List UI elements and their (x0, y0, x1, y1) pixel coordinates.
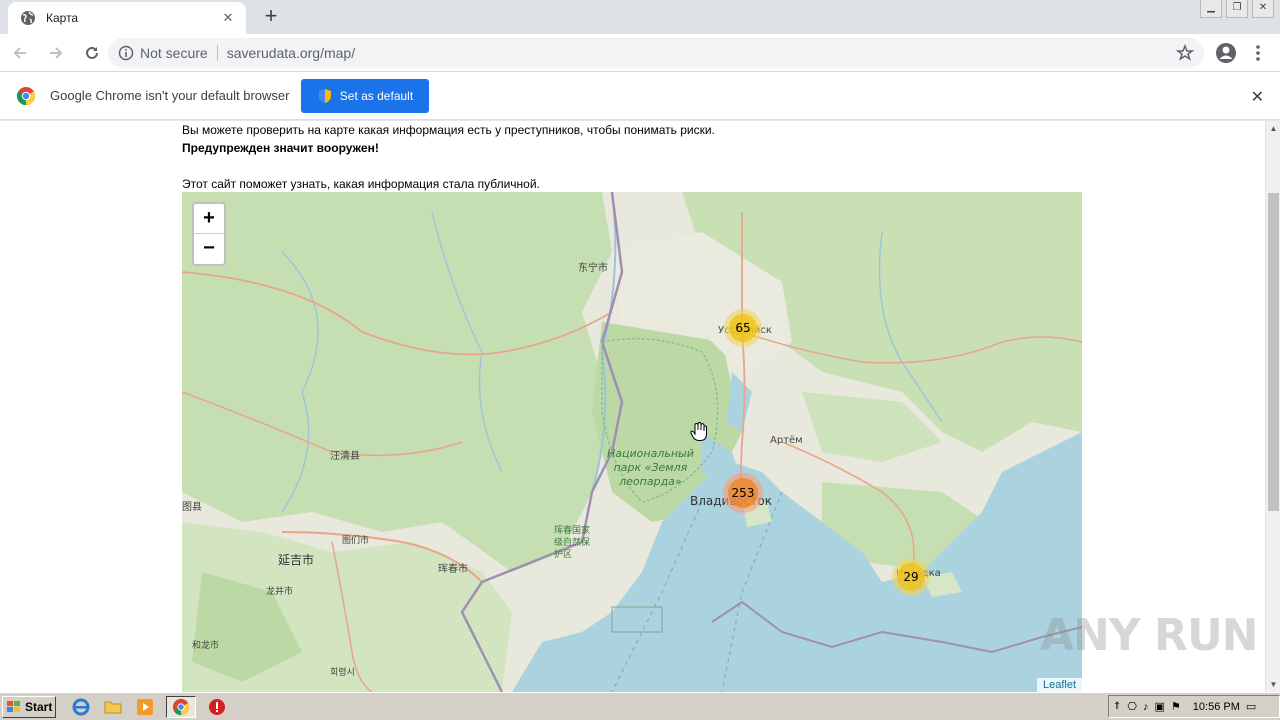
reload-icon (86, 46, 98, 59)
forward-button[interactable] (40, 37, 72, 69)
start-label: Start (25, 699, 53, 714)
clock: 10:56 PM (1192, 700, 1240, 713)
restore-button[interactable]: ❐ (1226, 0, 1248, 18)
map-label-wangqing: 汪清县 (330, 451, 360, 462)
map-label-helong: 和龙市 (192, 641, 220, 651)
cluster-count: 65 (729, 314, 757, 342)
new-tab-button[interactable]: + (258, 4, 284, 30)
more-menu-icon[interactable] (1250, 41, 1266, 65)
tab-close-icon[interactable]: ✕ (220, 10, 236, 26)
start-button[interactable]: Start (2, 695, 56, 718)
marker-cluster[interactable]: 253 (723, 473, 763, 513)
power-icon[interactable]: ▣ (1155, 700, 1165, 713)
map-tiles (182, 192, 1082, 692)
map-label-tumen-county: 图县 (182, 502, 202, 513)
show-desktop-icon[interactable]: ▭ (1246, 700, 1256, 713)
marker-cluster[interactable]: 29 (892, 558, 930, 596)
map-label-hoeryong: 회령시 (330, 668, 355, 678)
set-default-label: Set as default (339, 88, 414, 103)
tray-expand-icon[interactable]: ⇑ (1113, 701, 1121, 712)
tab-strip: Карта ✕ + ▁ ❐ ✕ (0, 0, 1280, 34)
close-window-button[interactable]: ✕ (1252, 0, 1274, 18)
address-bar[interactable]: Not secure saverudata.org/map/ (108, 38, 1204, 68)
cluster-count: 29 (897, 563, 925, 591)
chrome-logo-icon (16, 86, 36, 105)
zoom-control: + − (192, 202, 226, 266)
back-button[interactable] (4, 37, 36, 69)
map-label-hunchun: 珲春市 (438, 564, 468, 575)
scroll-down-arrow-icon[interactable]: ▼ (1266, 677, 1280, 692)
map-label-longjing: 龙井市 (266, 587, 294, 597)
warning-text: Предупрежден значит вооружен! (182, 141, 379, 155)
map-container[interactable]: + − 东宁市 Уссурийск Артём Национальный пар… (182, 192, 1082, 692)
map-label-hunchun-reserve: 珲春国家 级自然保 护区 (554, 526, 591, 560)
globe-icon (21, 11, 35, 25)
page-scrollbar[interactable]: ▲ ▼ (1265, 121, 1280, 692)
security-label: Not secure (140, 45, 208, 61)
folder-icon[interactable] (102, 696, 124, 718)
system-tray: ⇑ ⎔ ♪ ▣ ⚑ 10:56 PM ▭ (1108, 695, 1280, 718)
stop-icon[interactable] (206, 696, 228, 718)
url-text[interactable]: saverudata.org/map/ (227, 45, 1176, 61)
volume-icon[interactable]: ♪ (1143, 701, 1149, 713)
zoom-out-button[interactable]: − (194, 234, 224, 264)
set-default-button[interactable]: Set as default (301, 78, 430, 113)
scroll-thumb[interactable] (1268, 193, 1279, 511)
map-label-leopard-park: Национальный парк «Земля леопарда» (607, 447, 694, 488)
marker-cluster[interactable]: 65 (724, 309, 762, 347)
bookmark-star-icon[interactable] (1176, 44, 1194, 62)
leaflet-attribution[interactable]: Leaflet (1036, 678, 1082, 692)
description-text: Этот сайт поможет узнать, какая информац… (182, 177, 540, 191)
infobar-message: Google Chrome isn't your default browser (50, 88, 290, 103)
intro-text: Вы можете проверить на карте какая инфор… (182, 123, 715, 137)
windows-logo-icon (7, 700, 20, 712)
map-label-dongning: 东宁市 (578, 263, 608, 274)
hand-cursor-icon (690, 422, 707, 441)
flag-icon[interactable]: ⚑ (1171, 700, 1181, 713)
ie-icon[interactable] (70, 696, 92, 718)
scroll-up-arrow-icon[interactable]: ▲ (1266, 121, 1280, 136)
cluster-count: 253 (728, 478, 758, 508)
page-content: Вы можете проверить на карте какая инфор… (0, 121, 1265, 692)
infobar-close-icon[interactable]: ✕ (1251, 87, 1264, 107)
arrow-left-icon (13, 46, 26, 59)
window-controls: ▁ ❐ ✕ (1200, 0, 1274, 18)
minimize-button[interactable]: ▁ (1200, 0, 1222, 18)
taskbar: Start ⇑ ⎔ ♪ ▣ ⚑ 10:56 PM ▭ (0, 692, 1280, 720)
profile-avatar-icon[interactable] (1214, 41, 1238, 65)
omnibox-divider (216, 45, 218, 61)
chrome-taskbar-icon[interactable] (166, 695, 196, 718)
default-browser-infobar: Google Chrome isn't your default browser… (0, 72, 1280, 120)
zoom-in-button[interactable]: + (194, 204, 224, 234)
map-label-artem: Артём (770, 435, 803, 446)
tab-title: Карта (46, 11, 79, 25)
reload-button[interactable] (76, 37, 108, 69)
map-label-yanji: 延吉市 (278, 553, 315, 567)
anyrun-watermark: ANY RUN (1040, 610, 1258, 661)
media-player-icon[interactable] (134, 696, 156, 718)
active-tab[interactable]: Карта ✕ (8, 2, 246, 34)
browser-toolbar: Not secure saverudata.org/map/ (0, 34, 1280, 72)
arrow-right-icon (50, 46, 63, 59)
info-icon[interactable] (118, 45, 134, 61)
shield-icon (318, 88, 331, 103)
map-label-tumen: 图们市 (342, 536, 370, 546)
network-icon[interactable]: ⎔ (1127, 700, 1137, 713)
